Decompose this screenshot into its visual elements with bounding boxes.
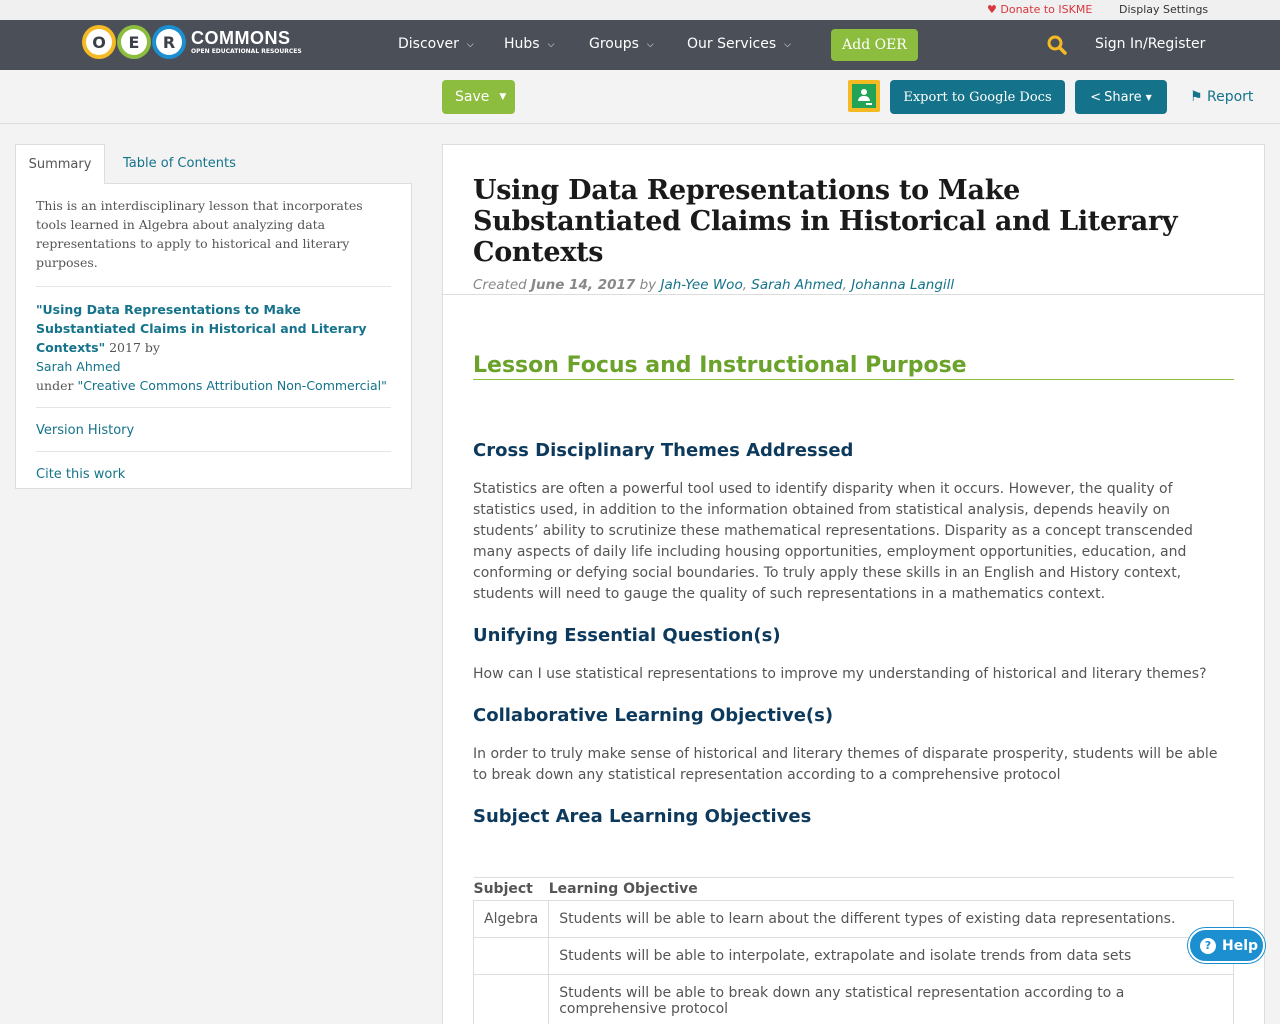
heading-collaborative-objectives: Collaborative Learning Objective(s): [473, 705, 834, 726]
column-header-subject: Subject: [473, 877, 549, 901]
donate-link[interactable]: ♥ Donate to ISKME: [987, 3, 1092, 16]
logo-title: COMMONS: [191, 28, 291, 48]
objective-cell: Students will be able to break down any …: [548, 974, 1234, 1024]
search-icon[interactable]: [1047, 35, 1067, 55]
page-title: Using Data Representations to Make Subst…: [473, 175, 1178, 268]
resource-summary: This is an interdisciplinary lesson that…: [36, 196, 391, 287]
tab-summary[interactable]: Summary: [15, 144, 105, 184]
logo-text: COMMONS OPEN EDUCATIONAL RESOURCES: [191, 29, 302, 55]
resource-sidebar: Summary Table of Contents This is an int…: [15, 144, 412, 489]
nav-groups[interactable]: Groups ⌵: [589, 36, 654, 52]
question-icon: ?: [1200, 937, 1216, 954]
flag-icon: ⚑: [1190, 89, 1203, 105]
objective-cell: Students will be able to interpolate, ex…: [548, 937, 1234, 975]
caret-down-icon: ▼: [1145, 92, 1152, 102]
caret-down-icon: ▼: [499, 92, 507, 102]
tab-table-of-contents[interactable]: Table of Contents: [123, 144, 236, 184]
heading-subject-objectives: Subject Area Learning Objectives: [473, 806, 812, 827]
heart-icon: ♥: [987, 3, 997, 16]
created-date: June 14, 2017: [531, 277, 636, 293]
utility-bar: ♥ Donate to ISKME Display Settings: [0, 0, 1280, 20]
column-header-objective: Learning Objective: [548, 877, 1234, 901]
attribution-title[interactable]: "Using Data Representations to Make Subs…: [36, 302, 367, 355]
subject-cell: Algebra: [472, 900, 550, 938]
author-link[interactable]: Johanna Langill: [851, 277, 954, 293]
attribution: "Using Data Representations to Make Subs…: [36, 287, 391, 408]
display-settings-link[interactable]: Display Settings: [1119, 3, 1208, 16]
chevron-down-icon: ⌵: [646, 40, 654, 50]
nav-our-services[interactable]: Our Services ⌵: [687, 36, 791, 52]
logo-circle-e: E: [117, 25, 151, 59]
cite-this-work-link[interactable]: Cite this work: [36, 452, 391, 495]
table-header-row: Subject Learning Objective: [473, 877, 1234, 901]
subject-cell: [472, 974, 550, 1024]
resource-content: Using Data Representations to Make Subst…: [442, 144, 1265, 1024]
google-classroom-icon[interactable]: [848, 80, 880, 112]
resource-toolbar: Save ▼ Export to Google Docs < Share ▼ ⚑ Re…: [0, 70, 1280, 124]
table-row: Algebra Students will be able to learn a…: [472, 900, 1234, 938]
sign-in-register-link[interactable]: Sign In/Register: [1095, 36, 1205, 52]
lesson-body: Lesson Focus and Instructional Purpose C…: [443, 353, 1264, 1024]
section-heading: Lesson Focus and Instructional Purpose: [473, 353, 1234, 380]
objectives-table: Subject Learning Objective Algebra Stude…: [472, 877, 1234, 1024]
paragraph-cross-disciplinary: Statistics are often a powerful tool use…: [473, 481, 1193, 602]
subject-cell: [472, 937, 550, 975]
chevron-down-icon: ⌵: [547, 40, 555, 50]
attribution-author[interactable]: Sarah Ahmed: [36, 359, 121, 374]
nav-discover[interactable]: Discover ⌵: [398, 36, 474, 52]
logo-subtitle: OPEN EDUCATIONAL RESOURCES: [191, 48, 302, 55]
chevron-down-icon: ⌵: [784, 40, 791, 50]
attribution-year: 2017 by: [105, 340, 160, 355]
logo-circle-o: O: [82, 25, 116, 59]
attribution-under: under: [36, 378, 78, 393]
oer-commons-logo[interactable]: O E R COMMONS OPEN EDUCATIONAL RESOURCES: [82, 25, 302, 59]
share-icon: <: [1090, 89, 1102, 105]
paragraph-unifying-question: How can I use statistical representation…: [473, 666, 1207, 682]
add-oer-button[interactable]: Add OER: [831, 29, 918, 61]
table-row: Students will be able to break down any …: [472, 974, 1234, 1024]
table-row: Students will be able to interpolate, ex…: [472, 937, 1234, 975]
report-link[interactable]: ⚑ Report: [1190, 89, 1253, 105]
summary-panel: This is an interdisciplinary lesson that…: [15, 183, 412, 489]
heading-cross-disciplinary: Cross Disciplinary Themes Addressed: [473, 440, 854, 461]
help-button[interactable]: ? Help: [1188, 928, 1265, 963]
license-link[interactable]: "Creative Commons Attribution Non-Commer…: [77, 378, 386, 393]
version-history-link[interactable]: Version History: [36, 408, 391, 452]
chevron-down-icon: ⌵: [466, 40, 474, 50]
save-button[interactable]: Save ▼: [442, 80, 515, 114]
share-button[interactable]: < Share ▼: [1075, 80, 1167, 114]
objective-cell: Students will be able to learn about the…: [548, 900, 1234, 938]
sidebar-tabs: Summary Table of Contents: [15, 144, 412, 184]
main-navbar: O E R COMMONS OPEN EDUCATIONAL RESOURCES…: [0, 20, 1280, 70]
paragraph-collaborative-objectives: In order to truly make sense of historic…: [473, 746, 1218, 783]
logo-circle-r: R: [152, 25, 186, 59]
export-google-docs-button[interactable]: Export to Google Docs: [890, 80, 1065, 114]
resource-meta: Created June 14, 2017 by Jah-Yee Woo, Sa…: [473, 277, 955, 293]
donate-label: Donate to ISKME: [1000, 3, 1093, 16]
author-link[interactable]: Sarah Ahmed: [751, 277, 842, 293]
resource-header: Using Data Representations to Make Subst…: [443, 145, 1264, 295]
author-link[interactable]: Jah-Yee Woo: [660, 277, 742, 293]
nav-hubs[interactable]: Hubs ⌵: [504, 36, 554, 52]
heading-unifying-question: Unifying Essential Question(s): [473, 625, 781, 646]
